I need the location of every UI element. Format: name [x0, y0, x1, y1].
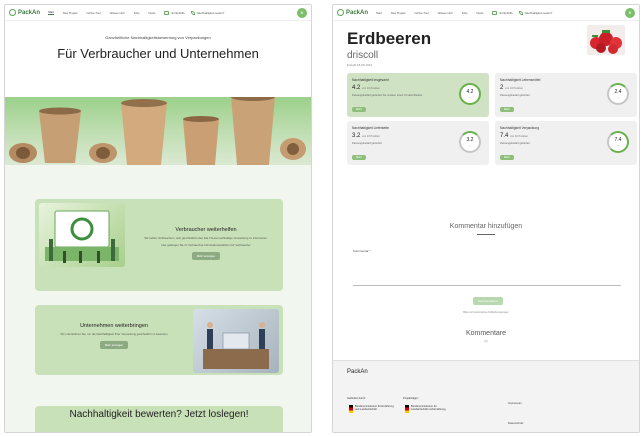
nachhaltigkeit-testen-button[interactable]: Nachhaltigkeit testen?: [190, 10, 224, 15]
nav-item-start[interactable]: Start: [48, 10, 54, 15]
metric-supply-chain-more-button[interactable]: Mehr: [352, 155, 366, 160]
comment-label: Kommentar *: [353, 249, 371, 253]
datenschutz-link[interactable]: Datenschutz: [508, 421, 524, 425]
consumer-illustration: [39, 203, 125, 267]
logo-icon: [337, 9, 344, 16]
nav-item-online-tool[interactable]: Online-Tool: [414, 11, 428, 15]
funded-by-label: Gefördert durch:: [347, 397, 366, 400]
nav-item-projekt[interactable]: Das Projekt: [391, 11, 405, 15]
card-business: Unternehmen weiterbringen Wir unterstütz…: [35, 305, 283, 375]
metric-card-food: Nachhaltigkeit Lebensmittel 2 von 10 Pun…: [495, 73, 637, 117]
cta-title: Nachhaltigkeit bewerten? Jetzt loslegen!: [69, 409, 249, 420]
card-consumer-title: Verbraucher weiterhelfen: [175, 227, 237, 233]
card-consumer-button[interactable]: Mehr anzeigen: [191, 252, 221, 260]
arrow-icon: →: [616, 143, 620, 147]
nav-item-news[interactable]: News: [476, 11, 483, 15]
nav-item-faq[interactable]: FAQ: [134, 11, 140, 15]
section-divider: [477, 234, 495, 235]
top-nav: PackAn Start Das Projekt Online-Tool Wis…: [5, 5, 311, 21]
hero-title: Für Verbraucher und Unternehmen: [57, 46, 259, 61]
metric-card-supply-chain: Nachhaltigkeit Lieferkette 3.2 von 10 Pu…: [347, 121, 489, 165]
product-title: Erdbeeren: [347, 29, 432, 48]
federal-eagle-icon: [349, 405, 353, 413]
paper-cups-illustration: [9, 93, 306, 165]
card-consumer-text: Wir helfen Verbrauchern, sich ganzheitli…: [144, 236, 268, 240]
nachhaltigkeit-testen-button[interactable]: Nachhaltigkeit testen?: [518, 10, 552, 15]
leaf-icon: [518, 10, 523, 15]
metric-food-more-button[interactable]: Mehr: [500, 107, 514, 112]
footer-brand: PackAn: [347, 369, 368, 375]
homepage-screenshot: PackAn Start Das Projekt Online-Tool Wis…: [4, 4, 312, 433]
card-cta: Nachhaltigkeit bewerten? Jetzt loslegen!: [35, 406, 283, 432]
logo-icon: [9, 9, 16, 16]
comment-hint: Bitte nur konstruktive Kritik/Anregungen: [463, 311, 509, 314]
strawberries-image: [587, 25, 625, 55]
card-business-title: Unternehmen weiterbringen: [80, 323, 148, 329]
comments-count: (0): [484, 340, 488, 343]
footer: PackAn Gefördert durch: Projektträger: B…: [333, 360, 639, 432]
federal-eagle-icon: [405, 405, 409, 413]
arrow-icon: →: [468, 95, 472, 99]
avatar[interactable]: B: [625, 7, 635, 18]
impressum-link[interactable]: Impressum: [508, 401, 522, 405]
metric-card-overall: Nachhaltigkeit insgesamt 4.2 von 10 Punk…: [347, 73, 489, 117]
metric-card-packaging: Nachhaltigkeit Verpackung 7.4 von 10 Pun…: [495, 121, 637, 165]
sortierhilfe-button[interactable]: Sortierhilfe: [492, 10, 513, 15]
box-icon: [492, 10, 498, 15]
box-icon: [164, 10, 170, 15]
product-image: [587, 25, 625, 55]
business-illustration: [193, 309, 279, 373]
card-business-button[interactable]: Mehr anzeigen: [99, 341, 129, 349]
nav-item-wissen-hub[interactable]: Wissen-Hub: [438, 11, 453, 15]
comments-title: Kommentare: [465, 330, 507, 337]
nav-item-news[interactable]: News: [148, 11, 155, 15]
score-ring-packaging: 7.4 →: [607, 131, 629, 153]
nav-item-wissen-hub[interactable]: Wissen-Hub: [110, 11, 125, 15]
hero-cups-image: [5, 93, 311, 165]
metric-overall-more-button[interactable]: Mehr: [352, 107, 366, 112]
card-consumer: Verbraucher weiterhelfen Wir helfen Verb…: [35, 199, 283, 291]
avatar[interactable]: B: [297, 7, 307, 18]
card-consumer-text2: Hier gelangen Sie zu Verbraucher-Informa…: [161, 243, 251, 247]
leaf-icon: [190, 10, 195, 15]
product-screenshot: PackAn Start Das Projekt Online-Tool Wis…: [332, 4, 640, 433]
logo[interactable]: PackAn: [337, 9, 368, 16]
arrow-icon: →: [468, 143, 472, 147]
score-ring-food: 2.4 →: [607, 83, 629, 105]
metric-packaging-more-button[interactable]: Mehr: [500, 155, 514, 160]
card-business-text: Wir unterstützen Sie, um die Nachhaltigk…: [60, 332, 168, 336]
project-owner-label: Projektträger:: [403, 397, 419, 400]
nav-item-start[interactable]: Start: [376, 11, 382, 15]
recycle-icon: [45, 210, 119, 263]
logo[interactable]: PackAn: [9, 9, 40, 16]
product-date: Erstellt 18.05.2023: [347, 63, 373, 67]
comment-submit-button[interactable]: Kommentieren: [473, 297, 503, 305]
meeting-illustration: [203, 322, 269, 369]
comment-section-title: Kommentar hinzufügen: [449, 223, 523, 230]
comment-input[interactable]: [353, 254, 621, 286]
product-brand: driscoll: [347, 50, 379, 61]
score-ring-overall: 4.2 →: [459, 83, 481, 105]
sortierhilfe-button[interactable]: Sortierhilfe: [164, 10, 185, 15]
hero-kicker: Ganzheitliche Nachhaltigkeitsbewertung v…: [105, 35, 211, 40]
arrow-icon: →: [616, 95, 620, 99]
nav-item-online-tool[interactable]: Online-Tool: [86, 11, 100, 15]
ministry-logo-1: Bundesministerium für Ernährung und Land…: [355, 405, 394, 412]
nav-item-projekt[interactable]: Das Projekt: [63, 11, 77, 15]
score-ring-supply-chain: 3.2 →: [459, 131, 481, 153]
ministry-logo-2: Bundesministerium für Landwirtschaft und…: [411, 405, 446, 412]
top-nav: PackAn Start Das Projekt Online-Tool Wis…: [333, 5, 639, 21]
nav-item-faq[interactable]: FAQ: [462, 11, 468, 15]
